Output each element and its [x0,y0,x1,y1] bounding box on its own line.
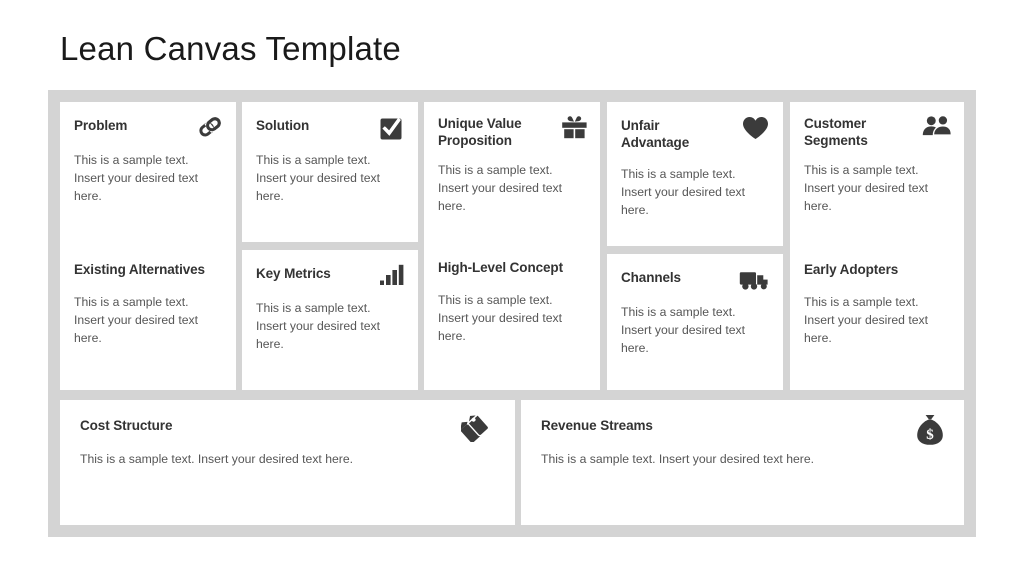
cost-structure-body: This is a sample text. Insert your desir… [80,452,353,466]
customer-segments-title: Customer Segments [804,116,868,148]
delivery-truck-icon [739,269,769,295]
key-metrics-title: Key Metrics [256,266,331,281]
lean-canvas-panel: Problem This is a sample text. Insert yo… [48,90,976,537]
block-customer-segments[interactable]: Customer Segments This is a sample text.… [804,115,952,216]
card-problem-existing-alternatives[interactable]: Problem This is a sample text. Insert yo… [60,102,236,390]
bar-chart-icon [374,264,404,290]
high-level-concept-body: This is a sample text. Insert your desir… [438,293,562,343]
revenue-streams-header: Revenue Streams $ [541,415,944,445]
customer-segments-body: This is a sample text. Insert your desir… [804,162,928,213]
block-early-adopters[interactable]: Early Adopters This is a sample text. In… [804,262,952,348]
existing-alternatives-header: Existing Alternatives [74,262,224,282]
card-unfair-advantage[interactable]: Unfair Advantage This is a sample text. … [607,102,783,246]
channels-body: This is a sample text. Insert your desir… [621,305,745,355]
block-unique-value-proposition[interactable]: Unique Value Proposition This is a sampl… [438,116,588,216]
card-revenue-streams[interactable]: Revenue Streams $ This is a sample text.… [521,400,964,525]
solution-title: Solution [256,118,310,133]
cost-structure-header: Cost Structure [80,413,495,442]
problem-body: This is a sample text. Insert your desir… [74,153,198,203]
card-uvp-high-level-concept[interactable]: Unique Value Proposition This is a sampl… [424,102,600,390]
channels-title: Channels [621,270,681,285]
existing-alternatives-title: Existing Alternatives [74,262,205,277]
uvp-body: This is a sample text. Insert your desir… [438,162,562,213]
solution-header: Solution [256,117,404,140]
solution-body: This is a sample text. Insert your desir… [256,153,380,203]
page-title: Lean Canvas Template [60,30,401,67]
channels-header: Channels [621,270,769,290]
card-channels[interactable]: Channels This is a sample text. Insert y… [607,254,783,390]
card-customer-segments-early-adopters[interactable]: Customer Segments This is a sample text.… [790,102,964,390]
unfair-advantage-title: Unfair Advantage [621,118,690,150]
block-high-level-concept[interactable]: High-Level Concept This is a sample text… [438,260,588,346]
gift-icon [558,115,588,141]
money-bag-icon: $ [908,414,944,446]
svg-text:$: $ [926,427,934,443]
card-solution[interactable]: Solution This is a sample text. Insert y… [242,102,418,242]
heart-icon [739,116,769,142]
key-metrics-header: Key Metrics [256,264,404,286]
checkbox-check-icon [374,116,404,142]
block-problem[interactable]: Problem This is a sample text. Insert yo… [74,117,224,206]
early-adopters-title: Early Adopters [804,262,899,277]
existing-alternatives-body: This is a sample text. Insert your desir… [74,295,198,345]
slide-canvas: Lean Canvas Template Problem This is a s… [0,0,1024,576]
early-adopters-header: Early Adopters [804,262,952,282]
users-icon [922,115,952,141]
revenue-streams-body: This is a sample text. Insert your desir… [541,452,814,466]
early-adopters-body: This is a sample text. Insert your desir… [804,295,928,345]
card-key-metrics[interactable]: Key Metrics This is a sample text. Inser… [242,250,418,390]
price-tag-icon [459,412,495,444]
uvp-header: Unique Value Proposition [438,116,588,150]
revenue-streams-title: Revenue Streams [541,418,653,433]
unfair-advantage-body: This is a sample text. Insert your desir… [621,166,745,217]
uvp-title: Unique Value Proposition [438,116,522,148]
cost-structure-title: Cost Structure [80,418,173,433]
high-level-concept-header: High-Level Concept [438,260,588,280]
key-metrics-body: This is a sample text. Insert your desir… [256,301,380,351]
customer-segments-header: Customer Segments [804,115,952,150]
high-level-concept-title: High-Level Concept [438,260,563,275]
chain-link-icon [194,116,224,142]
unfair-advantage-header: Unfair Advantage [621,116,769,152]
block-existing-alternatives[interactable]: Existing Alternatives This is a sample t… [74,262,224,348]
card-cost-structure[interactable]: Cost Structure This is a sample text. In… [60,400,515,525]
problem-title: Problem [74,118,128,133]
problem-header: Problem [74,117,224,138]
